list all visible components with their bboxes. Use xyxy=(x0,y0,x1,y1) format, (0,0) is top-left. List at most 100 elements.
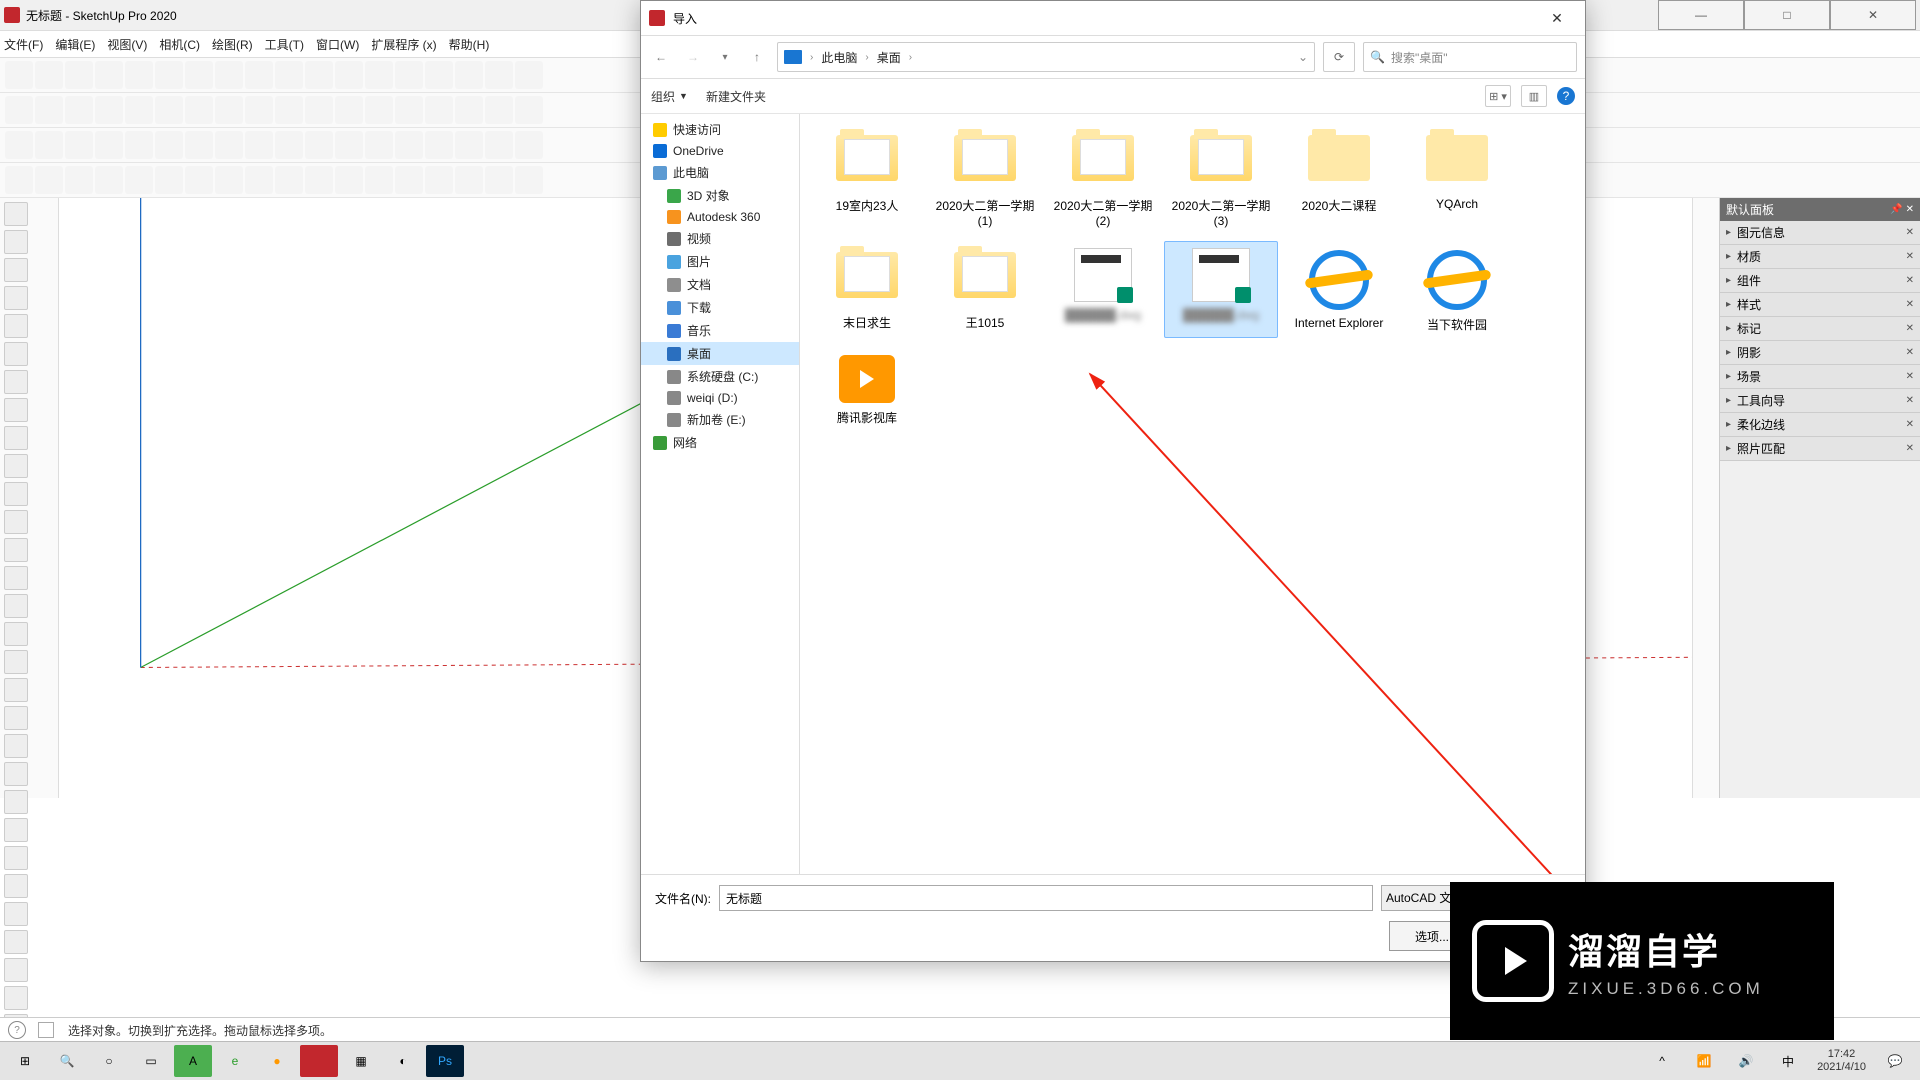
cortana-button[interactable]: ○ xyxy=(90,1045,128,1077)
tree-node[interactable]: 图片 xyxy=(641,250,799,273)
toolbar-tool[interactable] xyxy=(185,131,213,159)
toolbar-tool[interactable] xyxy=(35,131,63,159)
tray-item-soften[interactable]: 柔化边线✕ xyxy=(1720,413,1920,437)
file-item[interactable]: 2020大二第一学期 (1) xyxy=(928,124,1042,233)
toolbar-tool[interactable] xyxy=(155,96,183,124)
file-item[interactable]: 2020大二第一学期 (2) xyxy=(1046,124,1160,233)
toolbar-tool[interactable] xyxy=(305,61,333,89)
left-tool[interactable] xyxy=(4,510,28,534)
file-item[interactable]: 19室内23人 xyxy=(810,124,924,233)
file-item[interactable]: 2020大二课程 xyxy=(1282,124,1396,233)
left-tool[interactable] xyxy=(4,566,28,590)
tray-item-components[interactable]: 组件✕ xyxy=(1720,269,1920,293)
menu-camera[interactable]: 相机(C) xyxy=(159,36,200,53)
toolbar-tool[interactable] xyxy=(95,131,123,159)
toolbar-tool[interactable] xyxy=(5,131,33,159)
nav-forward-button[interactable]: → xyxy=(681,45,705,69)
toolbar-tool[interactable] xyxy=(5,166,33,194)
toolbar-tool[interactable] xyxy=(215,61,243,89)
tray-item-scenes[interactable]: 场景✕ xyxy=(1720,365,1920,389)
menu-help[interactable]: 帮助(H) xyxy=(449,36,490,53)
toolbar-tool[interactable] xyxy=(335,61,363,89)
tray-item-matchphoto[interactable]: 照片匹配✕ xyxy=(1720,437,1920,461)
left-tool[interactable] xyxy=(4,762,28,786)
toolbar-tool[interactable] xyxy=(275,166,303,194)
minimize-button[interactable]: — xyxy=(1658,0,1744,30)
menu-tools[interactable]: 工具(T) xyxy=(265,36,304,53)
toolbar-tool[interactable] xyxy=(305,166,333,194)
left-tool[interactable] xyxy=(4,202,28,226)
toolbar-tool[interactable] xyxy=(245,61,273,89)
toolbar-tool[interactable] xyxy=(425,131,453,159)
left-tool[interactable] xyxy=(4,678,28,702)
toolbar-tool[interactable] xyxy=(335,131,363,159)
file-item[interactable]: Internet Explorer xyxy=(1282,241,1396,338)
left-tool[interactable] xyxy=(4,650,28,674)
toolbar-tool[interactable] xyxy=(245,166,273,194)
toolbar-tool[interactable] xyxy=(425,166,453,194)
tree-node[interactable]: OneDrive xyxy=(641,141,799,161)
toolbar-tool[interactable] xyxy=(485,96,513,124)
tray-header[interactable]: 默认面板 📌 ✕ xyxy=(1720,198,1920,221)
file-item[interactable]: YQArch xyxy=(1400,124,1514,233)
menu-draw[interactable]: 绘图(R) xyxy=(212,36,253,53)
toolbar-tool[interactable] xyxy=(515,131,543,159)
left-tool[interactable] xyxy=(4,790,28,814)
toolbar-tool[interactable] xyxy=(185,166,213,194)
tree-node[interactable]: 桌面 xyxy=(641,342,799,365)
notifications-button[interactable]: 💬 xyxy=(1876,1045,1914,1077)
breadcrumb-item[interactable]: 此电脑 xyxy=(821,49,857,66)
toolbar-tool[interactable] xyxy=(95,61,123,89)
nav-recent-button[interactable]: ▾ xyxy=(713,45,737,69)
search-input[interactable]: 🔍 搜索"桌面" xyxy=(1363,42,1577,72)
close-button[interactable]: ✕ xyxy=(1830,0,1916,30)
toolbar-tool[interactable] xyxy=(305,96,333,124)
maximize-button[interactable]: □ xyxy=(1744,0,1830,30)
tray-item-styles[interactable]: 样式✕ xyxy=(1720,293,1920,317)
toolbar-tool[interactable] xyxy=(95,166,123,194)
refresh-button[interactable]: ⟳ xyxy=(1323,42,1355,72)
preview-pane-button[interactable]: ▥ xyxy=(1521,85,1547,107)
toolbar-tool[interactable] xyxy=(5,61,33,89)
menu-window[interactable]: 窗口(W) xyxy=(316,36,359,53)
toolbar-tool[interactable] xyxy=(455,96,483,124)
toolbar-tool[interactable] xyxy=(245,131,273,159)
left-tool[interactable] xyxy=(4,930,28,954)
left-tool[interactable] xyxy=(4,818,28,842)
search-button[interactable]: 🔍 xyxy=(48,1045,86,1077)
left-tool[interactable] xyxy=(4,342,28,366)
taskbar-app[interactable]: ● xyxy=(258,1045,296,1077)
tree-node[interactable]: 新加卷 (E:) xyxy=(641,408,799,431)
toolbar-tool[interactable] xyxy=(395,166,423,194)
left-tool[interactable] xyxy=(4,454,28,478)
toolbar-tool[interactable] xyxy=(215,131,243,159)
toolbar-tool[interactable] xyxy=(515,61,543,89)
left-tool[interactable] xyxy=(4,538,28,562)
toolbar-tool[interactable] xyxy=(455,61,483,89)
left-tool[interactable] xyxy=(4,398,28,422)
file-item[interactable]: 王1015 xyxy=(928,241,1042,338)
file-item[interactable]: ██████.dwg xyxy=(1164,241,1278,338)
left-tool[interactable] xyxy=(4,482,28,506)
toolbar-tool[interactable] xyxy=(275,131,303,159)
toolbar-tool[interactable] xyxy=(515,96,543,124)
toolbar-tool[interactable] xyxy=(5,96,33,124)
toolbar-tool[interactable] xyxy=(65,61,93,89)
toolbar-tool[interactable] xyxy=(185,96,213,124)
toolbar-tool[interactable] xyxy=(515,166,543,194)
tray-item-shadows[interactable]: 阴影✕ xyxy=(1720,341,1920,365)
filename-input[interactable] xyxy=(719,885,1373,911)
toolbar-tool[interactable] xyxy=(65,166,93,194)
toolbar-tool[interactable] xyxy=(155,61,183,89)
tree-node[interactable]: 文档 xyxy=(641,273,799,296)
toolbar-tool[interactable] xyxy=(35,166,63,194)
toolbar-tool[interactable] xyxy=(455,131,483,159)
start-button[interactable]: ⊞ xyxy=(6,1045,44,1077)
tray-icon[interactable]: ^ xyxy=(1643,1045,1681,1077)
toolbar-tool[interactable] xyxy=(245,96,273,124)
toolbar-tool[interactable] xyxy=(485,166,513,194)
taskbar-clock[interactable]: 17:42 2021/4/10 xyxy=(1809,1048,1874,1074)
left-tool[interactable] xyxy=(4,734,28,758)
left-tool[interactable] xyxy=(4,958,28,982)
tree-node[interactable]: 3D 对象 xyxy=(641,184,799,207)
